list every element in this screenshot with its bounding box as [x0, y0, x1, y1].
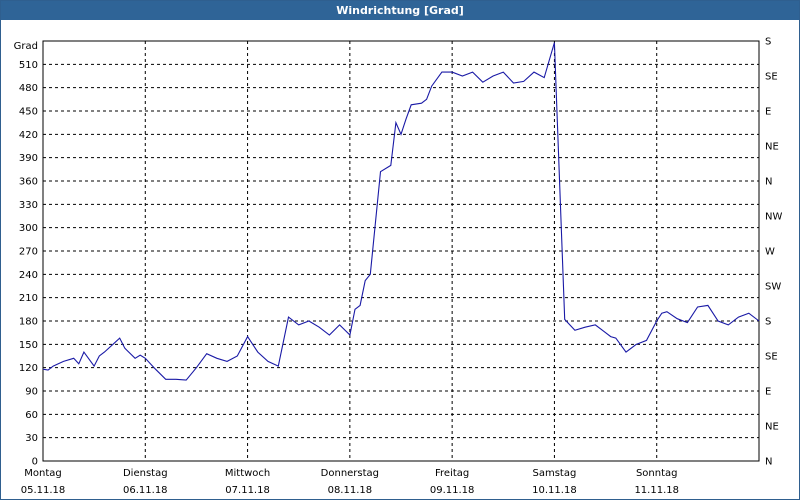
right-axis-label: S	[765, 37, 771, 48]
right-axis-label: NW	[765, 212, 782, 223]
y-tick-label: 240	[19, 270, 38, 281]
y-tick-label: 360	[19, 177, 38, 188]
right-axis-label: N	[765, 457, 772, 468]
series-line	[42, 42, 760, 381]
y-tick-label: 330	[19, 200, 38, 211]
y-tick-label: 510	[19, 60, 38, 71]
x-tick-day: Donnerstag	[321, 468, 379, 479]
right-axis-label: W	[765, 247, 775, 258]
x-tick-date: 10.11.18	[532, 485, 577, 496]
x-tick-date: 08.11.18	[328, 485, 373, 496]
y-tick-label: 210	[19, 293, 38, 304]
right-axis-label: N	[765, 177, 772, 188]
right-axis-label: NE	[765, 142, 779, 153]
y-tick-label: 270	[19, 247, 38, 258]
x-tick-day: Samstag	[533, 468, 577, 479]
y-tick-label: 30	[25, 433, 38, 444]
x-tick-day: Freitag	[435, 468, 469, 479]
y-tick-label: 180	[19, 317, 38, 328]
y-tick-label: 390	[19, 153, 38, 164]
y-tick-label: 450	[19, 107, 38, 118]
right-axis-label: SE	[765, 352, 778, 363]
chart-window: Windrichtung [Grad] 0 30 60 90 120 150 180 210 2…	[0, 0, 800, 500]
x-tick-day: Montag	[24, 468, 61, 479]
y-tick-label: 420	[19, 130, 38, 141]
y-tick-label: 90	[25, 387, 38, 398]
y-tick-label: 60	[25, 410, 38, 421]
x-tick-day: Dienstag	[123, 468, 168, 479]
x-tick-date: 09.11.18	[430, 485, 475, 496]
line-chart: 0 30 60 90 120 150 180 210 240 270 300 330 360 390 420…	[14, 37, 783, 497]
right-axis-label: E	[765, 387, 771, 398]
y-tick-label: 120	[19, 363, 38, 374]
x-tick-date: 11.11.18	[634, 485, 679, 496]
x-tick-date: 07.11.18	[225, 485, 270, 496]
y-tick-label: 150	[19, 340, 38, 351]
right-axis-label: SE	[765, 72, 778, 83]
y-axis-label: Grad	[14, 41, 38, 52]
y-tick-label: 300	[19, 223, 38, 234]
right-axis-label: NE	[765, 422, 779, 433]
x-tick-day: Mittwoch	[225, 468, 270, 479]
y-tick-label: 0	[32, 457, 38, 468]
right-axis-label: E	[765, 107, 771, 118]
right-axis-label: SW	[765, 282, 781, 293]
x-tick-date: 06.11.18	[123, 485, 168, 496]
x-tick-date: 05.11.18	[21, 485, 66, 496]
right-axis-label: S	[765, 317, 771, 328]
x-tick-day: Sonntag	[636, 468, 678, 479]
y-tick-label: 480	[19, 83, 38, 94]
